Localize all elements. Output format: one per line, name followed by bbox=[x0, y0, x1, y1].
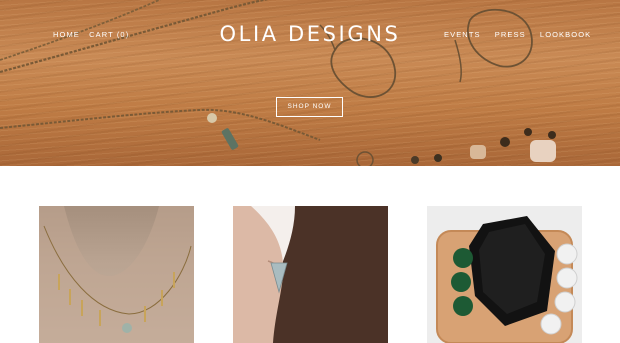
nav-link-lookbook[interactable]: LOOKBOOK bbox=[540, 30, 591, 39]
nav-link-events[interactable]: EVENTS bbox=[444, 30, 481, 39]
product-image-cuff[interactable] bbox=[427, 206, 582, 343]
earring-photo bbox=[233, 206, 388, 343]
product-image-necklace[interactable] bbox=[39, 206, 194, 343]
necklace-photo bbox=[39, 206, 194, 343]
cuff-photo bbox=[436, 216, 578, 343]
hero-banner: HOME CART (0) OLIA DESIGNS EVENTS PRESS … bbox=[0, 0, 620, 166]
nav-link-press[interactable]: PRESS bbox=[495, 30, 526, 39]
nav-right: EVENTS PRESS LOOKBOOK bbox=[444, 30, 602, 39]
shop-now-button[interactable]: SHOP NOW bbox=[276, 97, 343, 117]
product-image-earring[interactable] bbox=[233, 206, 388, 343]
